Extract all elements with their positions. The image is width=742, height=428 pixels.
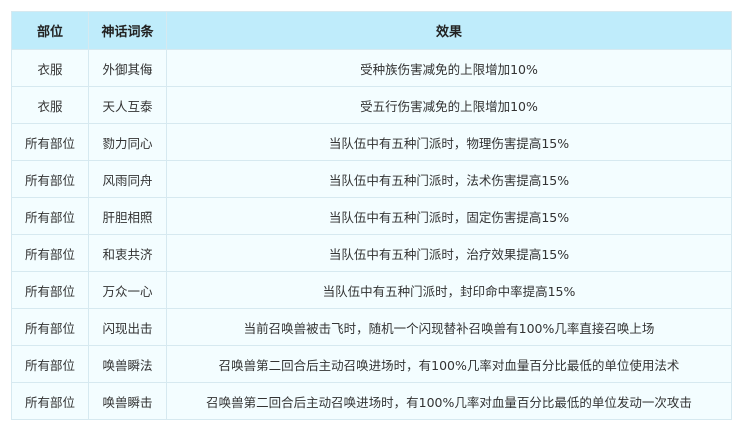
cell-effect: 当队伍中有五种门派时，封印命中率提高15% [166, 271, 732, 309]
myth-affix-table: 部位 神话词条 效果 衣服 外御其侮 受种族伤害减免的上限增加10% 衣服 天人… [11, 11, 732, 420]
table-row: 所有部位 唤兽瞬击 召唤兽第二回合后主动召唤进场时，有100%几率对血量百分比最… [11, 382, 732, 420]
cell-effect: 当队伍中有五种门派时，治疗效果提高15% [166, 234, 732, 272]
cell-effect: 当队伍中有五种门派时，法术伤害提高15% [166, 160, 732, 198]
table-row: 衣服 外御其侮 受种族伤害减免的上限增加10% [11, 49, 732, 87]
cell-part: 所有部位 [11, 345, 89, 383]
cell-effect: 当队伍中有五种门派时，物理伤害提高15% [166, 123, 732, 161]
cell-part: 衣服 [11, 49, 89, 87]
cell-part: 所有部位 [11, 234, 89, 272]
cell-affix: 和衷共济 [88, 234, 167, 272]
cell-part: 所有部位 [11, 123, 89, 161]
cell-affix: 天人互泰 [88, 86, 167, 124]
cell-affix: 闪现出击 [88, 308, 167, 346]
cell-effect: 受五行伤害减免的上限增加10% [166, 86, 732, 124]
cell-part: 所有部位 [11, 382, 89, 420]
header-affix: 神话词条 [88, 11, 167, 50]
header-row: 部位 神话词条 效果 [11, 11, 732, 50]
cell-affix: 肝胆相照 [88, 197, 167, 235]
table-row: 所有部位 闪现出击 当前召唤兽被击飞时，随机一个闪现替补召唤兽有100%几率直接… [11, 308, 732, 346]
table-row: 所有部位 唤兽瞬法 召唤兽第二回合后主动召唤进场时，有100%几率对血量百分比最… [11, 345, 732, 383]
cell-part: 所有部位 [11, 160, 89, 198]
table-container: 部位 神话词条 效果 衣服 外御其侮 受种族伤害减免的上限增加10% 衣服 天人… [11, 11, 732, 420]
cell-part: 衣服 [11, 86, 89, 124]
cell-part: 所有部位 [11, 308, 89, 346]
cell-affix: 风雨同舟 [88, 160, 167, 198]
cell-affix: 唤兽瞬击 [88, 382, 167, 420]
table-row: 所有部位 万众一心 当队伍中有五种门派时，封印命中率提高15% [11, 271, 732, 309]
table-header: 部位 神话词条 效果 [11, 11, 732, 50]
table-body: 衣服 外御其侮 受种族伤害减免的上限增加10% 衣服 天人互泰 受五行伤害减免的… [11, 49, 732, 420]
header-part: 部位 [11, 11, 89, 50]
cell-effect: 召唤兽第二回合后主动召唤进场时，有100%几率对血量百分比最低的单位使用法术 [166, 345, 732, 383]
cell-effect: 当队伍中有五种门派时，固定伤害提高15% [166, 197, 732, 235]
cell-affix: 外御其侮 [88, 49, 167, 87]
cell-effect: 当前召唤兽被击飞时，随机一个闪现替补召唤兽有100%几率直接召唤上场 [166, 308, 732, 346]
cell-effect: 召唤兽第二回合后主动召唤进场时，有100%几率对血量百分比最低的单位发动一次攻击 [166, 382, 732, 420]
cell-affix: 万众一心 [88, 271, 167, 309]
cell-affix: 唤兽瞬法 [88, 345, 167, 383]
header-effect: 效果 [166, 11, 732, 50]
table-row: 所有部位 肝胆相照 当队伍中有五种门派时，固定伤害提高15% [11, 197, 732, 235]
table-row: 所有部位 勠力同心 当队伍中有五种门派时，物理伤害提高15% [11, 123, 732, 161]
cell-affix: 勠力同心 [88, 123, 167, 161]
cell-part: 所有部位 [11, 271, 89, 309]
table-row: 所有部位 风雨同舟 当队伍中有五种门派时，法术伤害提高15% [11, 160, 732, 198]
table-row: 衣服 天人互泰 受五行伤害减免的上限增加10% [11, 86, 732, 124]
table-row: 所有部位 和衷共济 当队伍中有五种门派时，治疗效果提高15% [11, 234, 732, 272]
cell-part: 所有部位 [11, 197, 89, 235]
cell-effect: 受种族伤害减免的上限增加10% [166, 49, 732, 87]
